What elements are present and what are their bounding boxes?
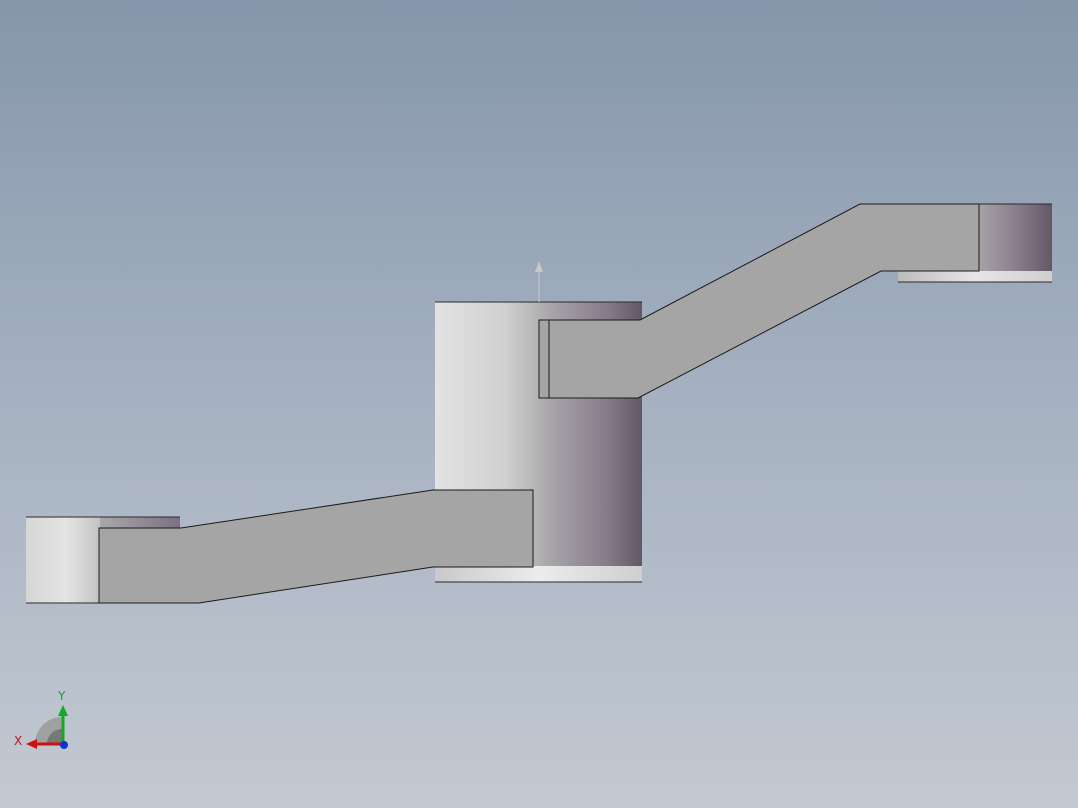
lower-arm-face: [98, 489, 534, 604]
upper-right-arm[interactable]: [538, 203, 980, 399]
3d-viewport[interactable]: X Y: [0, 0, 1078, 808]
model-canvas[interactable]: X Y: [0, 0, 1078, 808]
coordinate-triad[interactable]: X Y: [14, 689, 68, 749]
left-boss-body: [26, 517, 106, 603]
left-boss-top: [100, 517, 180, 528]
y-axis-label: Y: [57, 689, 66, 703]
hub-axis-arrow: [535, 261, 543, 272]
x-axis-arrow: [26, 739, 37, 749]
z-axis-dot: [60, 741, 68, 749]
upper-arm-face: [538, 203, 980, 399]
right-boss-bottom: [898, 271, 1052, 282]
right-boss-body: [978, 204, 1052, 282]
x-axis-label: X: [14, 734, 22, 748]
y-axis-arrow: [58, 705, 68, 716]
hub-bottom-rim: [435, 566, 642, 582]
lower-left-arm[interactable]: [98, 489, 534, 604]
